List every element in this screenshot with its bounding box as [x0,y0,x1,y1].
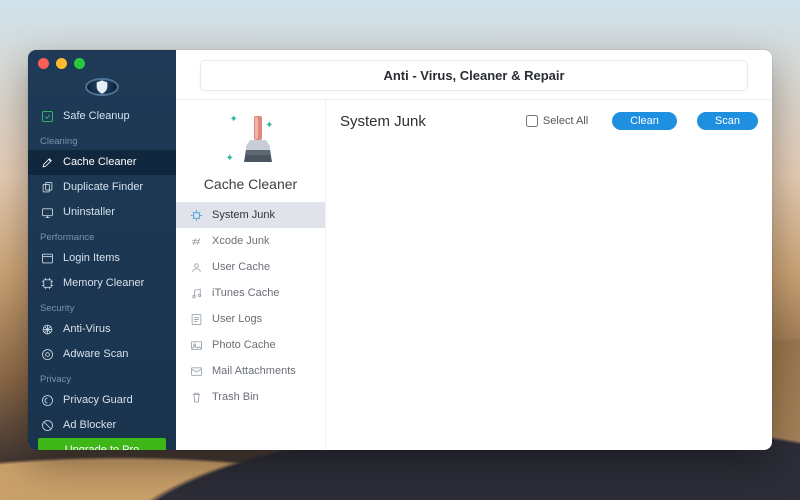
clean-button[interactable]: Clean [612,112,677,130]
close-window-button[interactable] [38,58,49,69]
category-panel-title: Cache Cleaner [204,176,297,192]
uninstaller-icon [40,205,55,220]
category-item-user-logs[interactable]: User Logs [176,306,325,332]
cache-cleaner-brush-icon: ✦✦✦ [228,114,274,168]
category-list: System Junk Xcode Junk User Cache iTunes… [176,202,325,410]
main-panel: System Junk Select All Clean Scan [326,100,772,450]
sidebar-label: Anti-Virus [63,324,110,335]
header: Anti - Virus, Cleaner & Repair [176,50,772,99]
antivirus-icon [40,322,55,337]
login-items-icon [40,251,55,266]
category-label: User Cache [212,261,270,273]
sidebar-item-uninstaller[interactable]: Uninstaller [28,200,176,225]
xcode-icon [188,233,204,249]
body: ✦✦✦ Cache Cleaner System Junk [176,99,772,450]
sidebar-item-safe-cleanup[interactable]: Safe Cleanup [28,104,176,129]
adware-icon [40,347,55,362]
sidebar-group-performance: Performance [28,225,176,246]
sidebar-group-cleaning: Cleaning [28,129,176,150]
category-item-trash-bin[interactable]: Trash Bin [176,384,325,410]
brush-icon [40,155,55,170]
sidebar-item-privacy-guard[interactable]: Privacy Guard [28,388,176,413]
sidebar-item-cache-cleaner[interactable]: Cache Cleaner [28,150,176,175]
main-title: System Junk [340,113,426,130]
main-header: System Junk Select All Clean Scan [340,112,758,130]
itunes-icon [188,285,204,301]
content-area: Anti - Virus, Cleaner & Repair ✦✦✦ Cache… [176,50,772,450]
category-item-user-cache[interactable]: User Cache [176,254,325,280]
scan-button[interactable]: Scan [697,112,758,130]
sidebar-group-privacy: Privacy [28,367,176,388]
duplicate-icon [40,180,55,195]
category-item-photo-cache[interactable]: Photo Cache [176,332,325,358]
sidebar-label: Duplicate Finder [63,182,143,193]
category-label: Mail Attachments [212,365,296,377]
category-label: System Junk [212,209,275,221]
ad-blocker-icon [40,418,55,433]
user-cache-icon [188,259,204,275]
sidebar-item-duplicate-finder[interactable]: Duplicate Finder [28,175,176,200]
category-label: iTunes Cache [212,287,279,299]
memory-icon [40,276,55,291]
photo-icon [188,337,204,353]
sidebar-label: Safe Cleanup [63,111,130,122]
mail-icon [188,363,204,379]
system-junk-icon [188,207,204,223]
privacy-guard-icon [40,393,55,408]
category-label: Photo Cache [212,339,276,351]
select-all-label: Select All [543,115,588,127]
sidebar-item-adware-scan[interactable]: Adware Scan [28,342,176,367]
category-panel: ✦✦✦ Cache Cleaner System Junk [176,100,326,450]
sidebar: Safe Cleanup Cleaning Cache Cleaner Dupl… [28,50,176,450]
window-controls [38,58,85,69]
sidebar-item-anti-virus[interactable]: Anti-Virus [28,317,176,342]
sidebar-label: Login Items [63,253,120,264]
category-label: User Logs [212,313,262,325]
select-all-checkbox[interactable]: Select All [526,115,588,127]
category-item-system-junk[interactable]: System Junk [176,202,325,228]
safe-cleanup-icon [40,109,55,124]
sidebar-label: Ad Blocker [63,420,116,431]
sidebar-label: Cache Cleaner [63,157,136,168]
category-item-itunes-cache[interactable]: iTunes Cache [176,280,325,306]
trash-icon [188,389,204,405]
app-logo-shield-icon [85,78,119,96]
sidebar-item-memory-cleaner[interactable]: Memory Cleaner [28,271,176,296]
sidebar-item-login-items[interactable]: Login Items [28,246,176,271]
zoom-window-button[interactable] [74,58,85,69]
category-label: Trash Bin [212,391,259,403]
sidebar-label: Uninstaller [63,207,115,218]
minimize-window-button[interactable] [56,58,67,69]
app-window: Safe Cleanup Cleaning Cache Cleaner Dupl… [28,50,772,450]
sidebar-group-security: Security [28,296,176,317]
sidebar-label: Memory Cleaner [63,278,144,289]
category-item-xcode-junk[interactable]: Xcode Junk [176,228,325,254]
user-logs-icon [188,311,204,327]
upgrade-to-pro-button[interactable]: Upgrade to Pro [38,438,166,450]
select-all-input[interactable] [526,115,538,127]
sidebar-label: Adware Scan [63,349,128,360]
sidebar-item-ad-blocker[interactable]: Ad Blocker [28,413,176,438]
category-label: Xcode Junk [212,235,269,247]
sidebar-label: Privacy Guard [63,395,133,406]
header-title: Anti - Virus, Cleaner & Repair [200,60,748,91]
category-item-mail-attachments[interactable]: Mail Attachments [176,358,325,384]
